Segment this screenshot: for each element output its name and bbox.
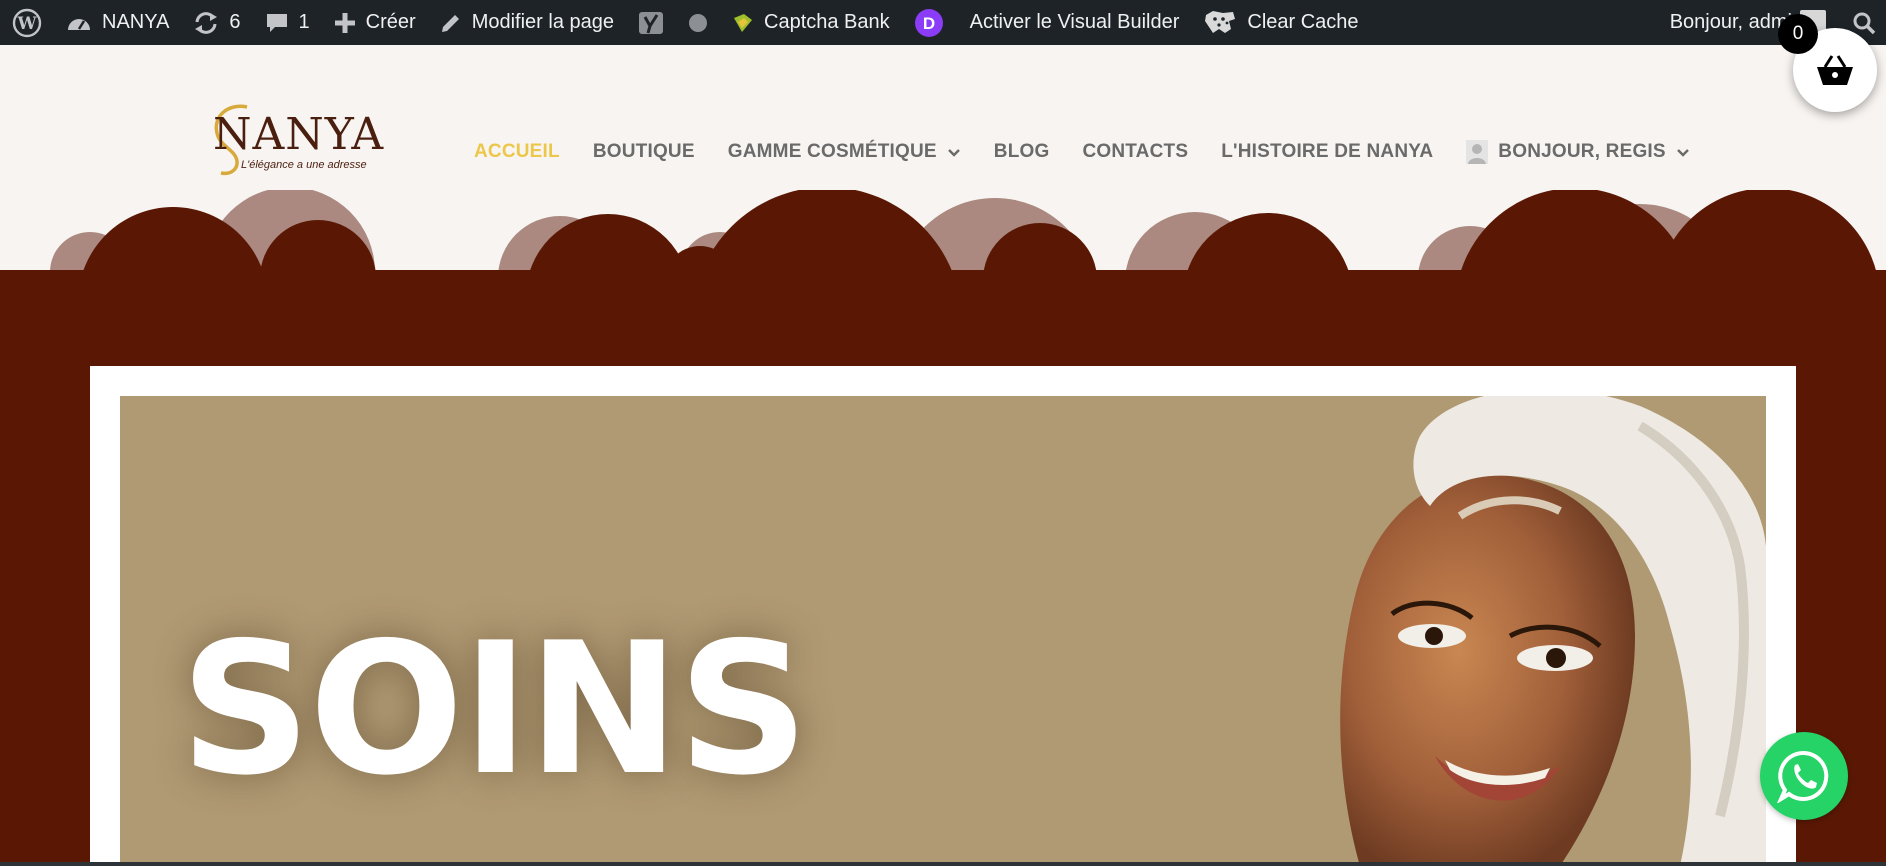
nav-label: BLOG <box>993 141 1050 162</box>
site-name-menu[interactable]: NANYA <box>54 0 181 45</box>
whatsapp-icon <box>1777 750 1829 803</box>
shield-icon <box>732 12 754 34</box>
comments-menu[interactable]: 1 <box>253 0 322 45</box>
nav-item-blog[interactable]: BLOG <box>994 141 1050 163</box>
nav-label: ACCUEIL <box>474 141 560 162</box>
seo-status-dot <box>676 0 720 45</box>
nav-label: GAMME COSMÉTIQUE <box>727 141 937 162</box>
yoast-seo-menu[interactable] <box>626 0 676 45</box>
edit-page-label: Modifier la page <box>471 11 614 33</box>
nav-item-user-account[interactable]: BONJOUR, REGIS <box>1466 140 1690 164</box>
nav-label: L'HISTOIRE DE NANYA <box>1221 141 1434 162</box>
updates-count: 6 <box>229 11 241 33</box>
hero-banner: SOINS <box>120 396 1766 866</box>
wp-admin-bar: W NANYA 6 1 Créer Modifier la page Captc… <box>0 0 1886 45</box>
logo-brand: NANYA <box>213 109 385 160</box>
nav-item-boutique[interactable]: BOUTIQUE <box>593 141 695 163</box>
clear-cache-label: Clear Cache <box>1247 11 1359 33</box>
captcha-bank-label: Captcha Bank <box>764 11 890 33</box>
nav-item-contacts[interactable]: CONTACTS <box>1082 141 1188 163</box>
clear-cache-link[interactable]: Clear Cache <box>1191 0 1370 45</box>
nav-label: BONJOUR, REGIS <box>1498 141 1666 162</box>
site-name-label: NANYA <box>102 11 170 33</box>
updates-menu[interactable]: 6 <box>181 0 252 45</box>
edit-page-link[interactable]: Modifier la page <box>428 0 626 45</box>
cheetah-icon <box>1203 9 1237 37</box>
account-greeting: Bonjour, admi <box>1669 11 1792 33</box>
nav-label: BOUTIQUE <box>592 141 695 162</box>
basket-icon <box>1817 55 1853 85</box>
search-icon <box>1852 11 1876 35</box>
yoast-icon <box>638 9 664 37</box>
status-dot-icon <box>688 13 708 33</box>
cloud-divider <box>0 190 1886 272</box>
dashboard-icon <box>66 12 92 34</box>
site-logo[interactable]: NANYA L'élégance a une adresse <box>203 103 383 179</box>
create-menu[interactable]: Créer <box>322 0 428 45</box>
chevron-down-icon <box>947 148 960 157</box>
visual-builder-label: Activer le Visual Builder <box>969 11 1180 33</box>
nav-item-histoire[interactable]: L'HISTOIRE DE NANYA <box>1221 141 1433 163</box>
chevron-down-icon <box>1676 148 1689 157</box>
pencil-icon <box>440 12 462 34</box>
bottom-scrollbar-strip <box>0 862 1886 866</box>
wordpress-icon: W <box>12 8 42 38</box>
wordpress-logo-menu[interactable]: W <box>0 0 54 45</box>
captcha-bank-menu[interactable]: Captcha Bank <box>720 0 902 45</box>
cart-count-badge: 0 <box>1778 14 1818 54</box>
nav-item-gamme-cosmetique[interactable]: GAMME COSMÉTIQUE <box>728 141 961 163</box>
svg-text:D: D <box>923 14 935 33</box>
updates-icon <box>193 11 219 35</box>
main-navigation: ACCUEIL BOUTIQUE GAMME COSMÉTIQUE BLOG C… <box>474 140 1723 164</box>
logo-tagline: L'élégance a une adresse <box>241 159 367 171</box>
nav-item-accueil[interactable]: ACCUEIL <box>474 141 560 163</box>
comments-icon <box>265 12 289 34</box>
whatsapp-chat-button[interactable] <box>1760 732 1848 820</box>
create-label: Créer <box>365 11 416 33</box>
divi-icon: D <box>914 8 944 38</box>
visual-builder-link[interactable]: D Activer le Visual Builder <box>902 0 1192 45</box>
svg-text:W: W <box>16 14 37 34</box>
model-portrait-image <box>1340 396 1766 866</box>
nav-label: CONTACTS <box>1082 141 1189 162</box>
plus-icon <box>334 12 356 34</box>
user-icon <box>1466 140 1489 164</box>
comments-count: 1 <box>298 11 310 33</box>
hero-title: SOINS <box>180 603 809 815</box>
